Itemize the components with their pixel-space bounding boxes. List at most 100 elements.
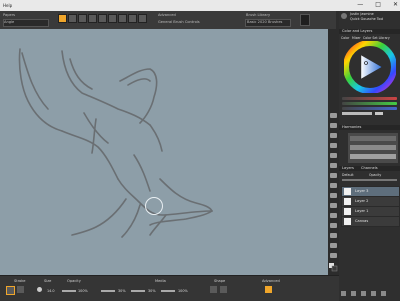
hex-value-field[interactable]: [342, 112, 372, 115]
layer-name: Layer 1: [355, 209, 369, 213]
brush-reset-button[interactable]: [138, 14, 147, 23]
shape-tool-icon[interactable]: [330, 213, 337, 218]
red-slider[interactable]: [342, 97, 397, 100]
angle-label: Angle: [4, 20, 15, 24]
shape-flat-icon[interactable]: [220, 286, 227, 293]
right-panel: Justin Jasmine Quick Gouache Tool Color …: [339, 11, 400, 300]
shape-label: Shape: [214, 279, 226, 283]
tab-color-set-library[interactable]: Color Set Library: [363, 36, 390, 40]
opacity-value[interactable]: 100%: [78, 289, 88, 293]
opacity-label: Opacity: [67, 279, 81, 283]
layer-name: Layer 3: [355, 189, 369, 193]
lasso-tool-icon[interactable]: [330, 173, 337, 178]
resaturation-slider[interactable]: [131, 290, 145, 292]
layer-row[interactable]: Canvas: [341, 216, 400, 227]
menu-help[interactable]: Help: [3, 3, 12, 8]
layer-commands-icon[interactable]: [341, 291, 346, 296]
layers-title: Layers: [342, 166, 354, 170]
user-name: Justin Jasmine: [350, 12, 374, 16]
user-avatar[interactable]: [341, 13, 347, 19]
stroke-type-icon-2[interactable]: [17, 286, 24, 293]
dynamic-plugins-icon[interactable]: [351, 291, 356, 296]
layer-opacity-slider[interactable]: [342, 179, 397, 181]
color-wheel[interactable]: [344, 41, 396, 93]
grain-slider[interactable]: [101, 290, 115, 292]
tab-mixer[interactable]: Mixer: [352, 36, 361, 40]
brush-tool-button[interactable]: [98, 14, 107, 23]
brush-extra-button[interactable]: [118, 14, 127, 23]
selection-tool-icon[interactable]: [330, 163, 337, 168]
size-preview-icon: [37, 287, 42, 292]
rotate-page-icon[interactable]: [330, 243, 337, 248]
brush-variant-button[interactable]: [68, 14, 77, 23]
papers-label: Papers: [3, 13, 16, 17]
tab-channels[interactable]: Channels: [361, 166, 378, 170]
bleed-slider[interactable]: [161, 290, 175, 292]
paint-bucket-icon[interactable]: [330, 153, 337, 158]
brush-preset-button[interactable]: [78, 14, 87, 23]
toolbox-icons: [329, 113, 338, 272]
color-panel-title: Color and Layers: [342, 29, 373, 33]
stroke-label: Stroke: [14, 279, 26, 283]
advanced-label: Advanced: [158, 13, 176, 17]
brush-category-button[interactable]: [58, 14, 67, 23]
shape-round-icon[interactable]: [210, 286, 217, 293]
layer-adjuster-icon[interactable]: [330, 133, 337, 138]
size-value[interactable]: 14.0: [47, 289, 55, 293]
stroke-type-icon[interactable]: [6, 286, 15, 295]
toolbox: [328, 29, 339, 275]
additional-color-swatch[interactable]: [331, 265, 338, 272]
brush-cursor-icon: [145, 197, 163, 215]
media-label: Media: [155, 279, 166, 283]
green-slider[interactable]: [342, 102, 397, 105]
grain-value[interactable]: 30%: [118, 289, 126, 293]
magnifier-icon[interactable]: [330, 253, 337, 258]
layer-thumbnail: [344, 208, 351, 215]
brush-more-button[interactable]: [128, 14, 137, 23]
bleed-value[interactable]: 100%: [178, 289, 188, 293]
tab-color[interactable]: Color: [341, 36, 349, 40]
maximize-button[interactable]: □: [375, 1, 381, 8]
brush-tool-icon[interactable]: [330, 113, 337, 118]
window-controls: — □ ✕: [357, 1, 398, 8]
layer-thumbnail: [344, 198, 351, 205]
layer-thumbnail: [344, 218, 351, 225]
brush-preview-icon: [300, 14, 310, 26]
dropper-tool-icon[interactable]: [330, 143, 337, 148]
blend-mode-select[interactable]: Default: [342, 173, 354, 177]
crop-tool-icon[interactable]: [330, 193, 337, 198]
advanced-label: Advanced: [262, 279, 280, 283]
magic-wand-icon[interactable]: [330, 183, 337, 188]
brush-library-label: Brush Library: [246, 13, 271, 17]
minimize-button[interactable]: —: [357, 1, 363, 8]
blue-slider[interactable]: [342, 107, 397, 110]
new-group-icon[interactable]: [361, 291, 366, 296]
text-tool-icon[interactable]: [330, 203, 337, 208]
resaturation-value[interactable]: 30%: [148, 289, 156, 293]
brush-settings-button[interactable]: [108, 14, 117, 23]
new-layer-icon[interactable]: [371, 291, 376, 296]
brush-property-bar: Stroke Size 14.0 Opacity 100% Media 30% …: [0, 275, 339, 301]
delete-layer-icon[interactable]: [381, 291, 386, 296]
current-brush-name: Quick Gouache Tool: [350, 17, 384, 21]
advanced-settings-icon[interactable]: [265, 286, 272, 293]
harmonies-grid[interactable]: [348, 133, 398, 163]
brush-library-value: Basic 2020 Brushes: [247, 20, 283, 24]
pen-tool-icon[interactable]: [330, 223, 337, 228]
size-label: Size: [44, 279, 52, 283]
layer-thumbnail: [344, 188, 351, 195]
property-toolbar: Papers Angle Advanced General Brush Cont…: [0, 11, 336, 30]
eraser-tool-icon[interactable]: [330, 123, 337, 128]
color-preview-swatch: [375, 112, 383, 115]
drawing-canvas[interactable]: [0, 29, 328, 275]
layer-actions: [341, 291, 386, 296]
grabber-tool-icon[interactable]: [330, 233, 337, 238]
close-button[interactable]: ✕: [393, 1, 398, 8]
general-brush-controls-label[interactable]: General Brush Controls: [158, 20, 200, 24]
opacity-slider[interactable]: [62, 290, 76, 292]
brush-options-button[interactable]: [88, 14, 97, 23]
layer-opacity-label: Opacity: [369, 173, 382, 177]
layer-name: Canvas: [355, 219, 369, 223]
harmonies-title: Harmonies: [342, 125, 362, 129]
layer-name: Layer 2: [355, 199, 369, 203]
